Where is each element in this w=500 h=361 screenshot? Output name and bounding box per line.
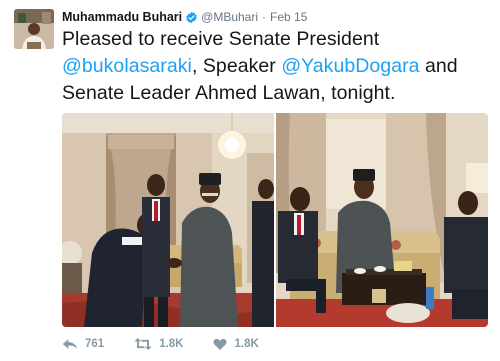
retweet-count: 1.8K bbox=[159, 338, 184, 350]
tweet-text-part: , Speaker bbox=[191, 55, 282, 77]
reply-count: 761 bbox=[85, 338, 105, 350]
tweet-timestamp[interactable]: Feb 15 bbox=[270, 10, 307, 24]
tweet-header: Muhammadu Buhari @MBuhari · Feb 15 bbox=[62, 9, 307, 25]
reply-button[interactable]: 761 bbox=[62, 338, 104, 350]
mention-link-yakubdogara[interactable]: @YakubDogara bbox=[281, 55, 419, 77]
tweet-actions: 761 1.8K 1.8K bbox=[62, 336, 289, 352]
tweet-text-part: Pleased to receive Senate President bbox=[62, 28, 380, 50]
photo-handshake[interactable] bbox=[62, 113, 274, 327]
tweet-card: Muhammadu Buhari @MBuhari · Feb 15 Pleas… bbox=[0, 0, 500, 361]
retweet-button[interactable]: 1.8K bbox=[134, 338, 183, 350]
retweet-icon bbox=[134, 338, 152, 350]
heart-icon bbox=[213, 338, 227, 350]
author-name[interactable]: Muhammadu Buhari bbox=[62, 10, 182, 24]
author-handle[interactable]: @MBuhari bbox=[201, 10, 258, 24]
header-separator: · bbox=[262, 10, 267, 24]
verified-badge-icon bbox=[185, 11, 198, 24]
reply-icon bbox=[62, 339, 78, 349]
like-count: 1.8K bbox=[234, 338, 259, 350]
avatar[interactable] bbox=[14, 9, 54, 49]
photo-seated-meeting[interactable] bbox=[276, 113, 488, 327]
tweet-text: Pleased to receive Senate President @buk… bbox=[62, 26, 494, 107]
tweet-media bbox=[62, 113, 488, 327]
mention-link-bukolasaraki[interactable]: @bukolasaraki bbox=[62, 55, 192, 77]
like-button[interactable]: 1.8K bbox=[213, 338, 259, 350]
